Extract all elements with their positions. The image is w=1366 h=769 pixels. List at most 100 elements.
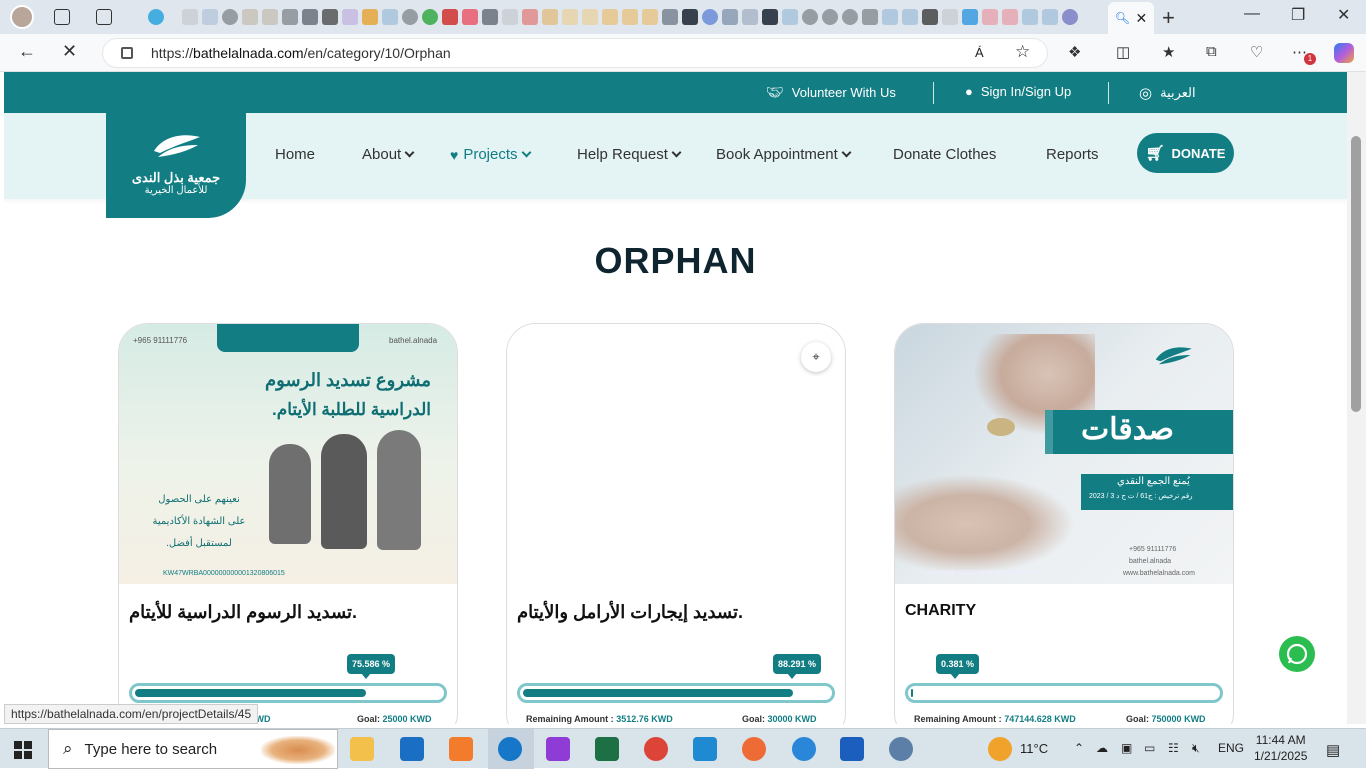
tab-icon[interactable] bbox=[262, 9, 278, 25]
language-link[interactable]: ◎ العربية bbox=[1139, 84, 1196, 102]
edge-icon[interactable] bbox=[498, 737, 522, 761]
project-title[interactable]: تسديد إيجارات الأرامل والأيتام. bbox=[517, 602, 743, 623]
tab-icon[interactable] bbox=[982, 9, 998, 25]
tab-icon[interactable] bbox=[922, 9, 938, 25]
security-app-icon[interactable] bbox=[792, 737, 816, 761]
stop-icon[interactable]: ✕ bbox=[62, 41, 77, 62]
split-screen-icon[interactable]: ◫ bbox=[1116, 43, 1130, 61]
tab-icon[interactable] bbox=[542, 9, 558, 25]
minimize-icon[interactable]: — bbox=[1244, 5, 1260, 23]
tab-icon[interactable] bbox=[202, 9, 218, 25]
tab-icon[interactable] bbox=[862, 9, 878, 25]
file-explorer-icon[interactable] bbox=[350, 737, 374, 761]
visual-search-icon[interactable]: ⌖ bbox=[801, 342, 831, 372]
tab-icon[interactable] bbox=[502, 9, 518, 25]
project-title[interactable]: تسديد الرسوم الدراسية للأيتام. bbox=[129, 602, 357, 623]
project-card[interactable]: صدقات يُمنع الجمع النقدي رقم ترخيص : ج61… bbox=[894, 323, 1234, 724]
pdf-tab-icon[interactable] bbox=[522, 9, 538, 25]
url-field[interactable]: https://bathelalnada.com/en/category/10/… bbox=[102, 38, 1048, 68]
react-tab-icon[interactable] bbox=[682, 9, 698, 25]
github-tab-icon[interactable] bbox=[802, 9, 818, 25]
tab-icon[interactable] bbox=[722, 9, 738, 25]
taskbar-search[interactable]: ⌕ Type here to search bbox=[48, 729, 338, 769]
back-icon[interactable]: ← bbox=[18, 41, 36, 62]
windows-start-icon[interactable] bbox=[14, 741, 32, 759]
code-tab-icon[interactable] bbox=[322, 9, 338, 25]
tab-icon[interactable] bbox=[622, 9, 638, 25]
tab-icon[interactable] bbox=[302, 9, 318, 25]
cloud-icon[interactable]: ☁ bbox=[1096, 741, 1108, 755]
tab-icon[interactable] bbox=[282, 9, 298, 25]
nav-reports[interactable]: Reports bbox=[1046, 146, 1099, 163]
scrollbar-thumb[interactable] bbox=[1351, 136, 1361, 412]
youtube-tab-icon[interactable] bbox=[462, 9, 478, 25]
postman-icon[interactable] bbox=[742, 737, 766, 761]
active-tab[interactable]: 🔍︎ ✕ bbox=[1108, 2, 1154, 34]
clock[interactable]: 11:44 AM 1/21/2025 bbox=[1254, 732, 1307, 764]
network-icon[interactable]: ☷ bbox=[1168, 741, 1179, 755]
display-icon[interactable]: ▣ bbox=[1121, 741, 1132, 755]
weather-icon[interactable] bbox=[988, 737, 1012, 761]
signin-link[interactable]: ● Sign In/Sign Up bbox=[965, 84, 1071, 99]
whatsapp-button[interactable] bbox=[1279, 636, 1315, 672]
telegram-tab-icon[interactable] bbox=[148, 9, 164, 25]
project-card[interactable]: +965 91111776 bathel.alnada مشروع تسديد … bbox=[118, 323, 458, 724]
volume-icon[interactable]: 🔇︎ bbox=[1192, 741, 1200, 756]
tab-icon[interactable] bbox=[602, 9, 618, 25]
nav-about[interactable]: About bbox=[362, 146, 415, 163]
collections-icon[interactable]: ⧉ bbox=[1206, 43, 1217, 60]
search-tab-icon[interactable] bbox=[782, 9, 798, 25]
github-tab-icon[interactable] bbox=[402, 9, 418, 25]
close-tab-icon[interactable]: ✕ bbox=[1136, 10, 1148, 27]
search-tab-icon[interactable] bbox=[882, 9, 898, 25]
volunteer-link[interactable]: 🤝︎ Volunteer With Us bbox=[766, 84, 896, 101]
site-logo[interactable]: جمعية بذل الندى للأعمال الخيرية bbox=[106, 113, 246, 218]
nav-donate-clothes[interactable]: Donate Clothes bbox=[893, 146, 996, 163]
tab-icon[interactable] bbox=[482, 9, 498, 25]
tab-actions-icon[interactable] bbox=[96, 9, 112, 25]
weather-temp[interactable]: 11°C bbox=[1020, 741, 1048, 756]
nav-projects[interactable]: ♥ Projects bbox=[450, 146, 531, 163]
tab-icon[interactable] bbox=[362, 9, 378, 25]
profile-avatar[interactable] bbox=[10, 5, 34, 29]
donate-button[interactable]: 🛒︎ DONATE bbox=[1137, 133, 1234, 173]
nav-help-request[interactable]: Help Request bbox=[577, 146, 682, 163]
word-icon[interactable] bbox=[840, 737, 864, 761]
show-hidden-icons[interactable]: ⌃ bbox=[1074, 741, 1084, 755]
project-image[interactable]: صدقات يُمنع الجمع النقدي رقم ترخيص : ج61… bbox=[895, 324, 1233, 584]
extensions-icon[interactable]: ❖ bbox=[1068, 43, 1081, 61]
tab-icon[interactable] bbox=[742, 9, 758, 25]
outlook-icon[interactable] bbox=[400, 737, 424, 761]
excel-icon[interactable] bbox=[595, 737, 619, 761]
page-scrollbar[interactable] bbox=[1347, 72, 1366, 724]
project-title[interactable]: CHARITY bbox=[905, 602, 976, 620]
tab-icon[interactable] bbox=[662, 9, 678, 25]
nav-home[interactable]: Home bbox=[275, 146, 315, 163]
search-tab-icon[interactable] bbox=[1022, 9, 1038, 25]
xampp-icon[interactable] bbox=[449, 737, 473, 761]
github-tab-icon[interactable] bbox=[842, 9, 858, 25]
maximize-icon[interactable]: ❐ bbox=[1291, 5, 1305, 25]
favorites-icon[interactable]: ★ bbox=[1162, 43, 1175, 61]
favorite-star-icon[interactable]: ☆ bbox=[1015, 42, 1030, 62]
tab-icon[interactable] bbox=[342, 9, 358, 25]
tab-icon[interactable] bbox=[582, 9, 598, 25]
github-tab-icon[interactable] bbox=[222, 9, 238, 25]
tab-icon[interactable] bbox=[422, 9, 438, 25]
tab-icon[interactable] bbox=[642, 9, 658, 25]
tab-icon[interactable] bbox=[1062, 9, 1078, 25]
github-tab-icon[interactable] bbox=[822, 9, 838, 25]
project-image[interactable]: +965 91111776 bathel.alnada مشروع تسديد … bbox=[119, 324, 457, 584]
search-tab-icon[interactable] bbox=[382, 9, 398, 25]
close-window-icon[interactable]: ✕ bbox=[1337, 5, 1350, 25]
pdf-tab-icon[interactable] bbox=[442, 9, 458, 25]
phpstorm-icon[interactable] bbox=[546, 737, 570, 761]
search-tab-icon[interactable] bbox=[1042, 9, 1058, 25]
notifications-icon[interactable]: ▤ bbox=[1326, 741, 1340, 759]
tab-icon[interactable] bbox=[962, 9, 978, 25]
lock-icon[interactable] bbox=[121, 47, 133, 59]
project-image-placeholder[interactable] bbox=[507, 324, 845, 584]
search-tab-icon[interactable] bbox=[902, 9, 918, 25]
browser-essentials-icon[interactable]: ♡ bbox=[1250, 43, 1263, 61]
new-tab-button[interactable]: + bbox=[1162, 5, 1175, 31]
